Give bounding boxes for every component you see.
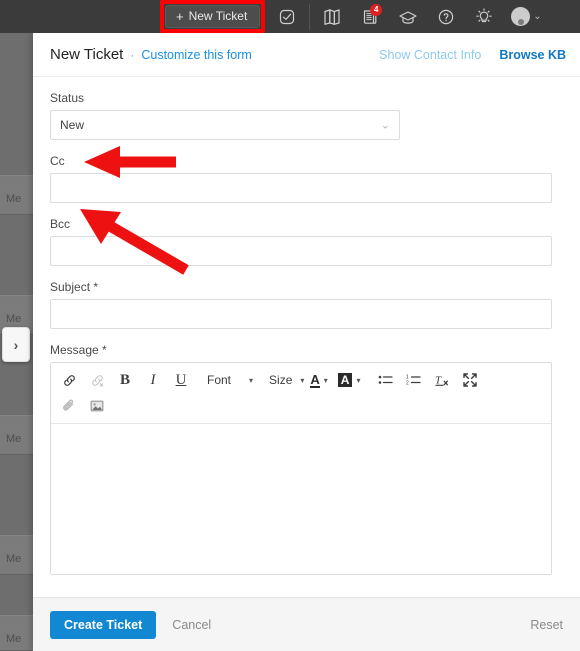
fullscreen-icon[interactable] — [458, 368, 482, 392]
bcc-label: Bcc — [50, 217, 71, 231]
reset-button[interactable]: Reset — [530, 618, 563, 632]
text-color-a-glyph: A — [310, 371, 320, 388]
panel-header: New Ticket · Customize this form Show Co… — [33, 33, 580, 77]
page-title: New Ticket — [50, 46, 124, 63]
list-item-priority: prio — [6, 303, 21, 312]
list-item-name: Me — [6, 313, 22, 325]
subject-input[interactable] — [50, 299, 552, 329]
browse-kb-link[interactable]: Browse KB — [499, 48, 566, 62]
font-size-dropdown[interactable]: Size ▾ — [269, 373, 304, 387]
lightbulb-icon[interactable] — [471, 4, 497, 30]
message-label: Message * — [50, 343, 107, 357]
font-family-label: Font — [207, 373, 232, 387]
panel-header-actions: Show Contact Info Browse KB — [379, 48, 566, 62]
bold-icon[interactable]: B — [113, 368, 137, 392]
cc-input[interactable] — [50, 173, 552, 203]
status-field: Status New ⌄ — [50, 91, 563, 140]
list-item-name: Me — [6, 633, 22, 645]
plus-icon: + — [176, 8, 184, 24]
check-square-icon[interactable] — [274, 4, 300, 30]
status-select-value: New — [60, 118, 85, 132]
list-item-priority: prio — [6, 543, 21, 552]
remove-link-icon — [85, 368, 109, 392]
graduation-cap-icon[interactable] — [395, 4, 421, 30]
insert-image-icon[interactable] — [85, 394, 109, 418]
avatar-menu[interactable]: ⌄ — [511, 4, 542, 30]
panel-footer: Create Ticket Cancel Reset — [33, 597, 580, 651]
list-item-name: Me — [6, 433, 22, 445]
message-editor-area[interactable] — [51, 424, 551, 574]
bulleted-list-icon[interactable] — [374, 368, 398, 392]
chevron-right-icon: › — [13, 336, 19, 353]
status-select[interactable]: New ⌄ — [50, 110, 400, 140]
message-field: Message * B I U Font ▾ Size ▾ A ▾ A ▾ 1 … — [50, 343, 563, 575]
chevron-down-icon: ▾ — [323, 375, 328, 385]
chevron-down-icon: ▾ — [300, 375, 305, 385]
customize-form-link[interactable]: Customize this form — [141, 48, 251, 62]
chevron-down-icon: ▾ — [249, 375, 254, 385]
help-circle-icon[interactable] — [433, 4, 459, 30]
list-item-priority: prio — [6, 423, 21, 432]
list-item-name: Me — [6, 553, 22, 565]
bcc-field: Bcc — [50, 217, 563, 266]
news-badge-count: 4 — [370, 3, 383, 16]
underline-icon[interactable]: U — [169, 368, 193, 392]
subject-field: Subject * — [50, 280, 563, 329]
panel-body: Status New ⌄ Cc Bcc Subject * Message * — [33, 77, 580, 597]
top-navigation-bar: + New Ticket 4 ⌄ — [0, 0, 580, 33]
title-separator: · — [130, 47, 135, 62]
new-ticket-button[interactable]: + New Ticket — [165, 5, 261, 28]
status-label: Status — [50, 91, 85, 105]
new-ticket-label: New Ticket — [188, 9, 248, 23]
remove-format-icon[interactable]: T — [430, 368, 454, 392]
bcc-input[interactable] — [50, 236, 552, 266]
toolbar-divider — [309, 3, 311, 30]
chevron-down-icon: ⌄ — [380, 119, 390, 132]
cc-field: Cc — [50, 154, 563, 203]
list-item-priority: prio — [6, 623, 21, 632]
background-color-picker[interactable]: A ▾ — [337, 373, 361, 387]
font-size-label: Size — [269, 373, 293, 387]
italic-icon[interactable]: I — [141, 368, 165, 392]
chevron-down-icon: ▾ — [356, 375, 361, 385]
chevron-down-icon: ⌄ — [533, 11, 542, 22]
cc-label: Cc — [50, 154, 65, 168]
svg-text:2: 2 — [406, 380, 409, 386]
text-color-picker[interactable]: A ▾ — [310, 371, 328, 388]
font-family-dropdown[interactable]: Font ▾ — [207, 373, 253, 387]
sidebar-expander-button[interactable]: › — [2, 327, 30, 362]
new-ticket-button-wrapper: + New Ticket — [160, 0, 266, 33]
attach-file-icon[interactable] — [57, 394, 81, 418]
insert-link-icon[interactable] — [57, 368, 81, 392]
avatar — [511, 7, 531, 26]
cancel-button[interactable]: Cancel — [172, 618, 211, 632]
background-color-a-glyph: A — [337, 373, 353, 387]
rich-text-editor: B I U Font ▾ Size ▾ A ▾ A ▾ 1 2 T — [50, 362, 552, 575]
news-icon[interactable]: 4 — [357, 3, 383, 30]
subject-label: Subject * — [50, 280, 99, 294]
app-root: prio Me prio Me prio Me prio Me prio Me … — [0, 0, 580, 651]
editor-toolbar-row-2 — [57, 393, 545, 419]
list-item-priority: prio — [6, 183, 21, 192]
book-icon[interactable] — [319, 4, 345, 30]
new-ticket-panel: New Ticket · Customize this form Show Co… — [33, 33, 580, 651]
editor-toolbar: B I U Font ▾ Size ▾ A ▾ A ▾ 1 2 T — [51, 363, 551, 424]
show-contact-info-link[interactable]: Show Contact Info — [379, 48, 481, 62]
numbered-list-icon[interactable]: 1 2 — [402, 368, 426, 392]
list-item-name: Me — [6, 193, 22, 205]
editor-toolbar-row-1: B I U Font ▾ Size ▾ A ▾ A ▾ 1 2 T — [57, 367, 545, 393]
create-ticket-button[interactable]: Create Ticket — [50, 610, 157, 639]
